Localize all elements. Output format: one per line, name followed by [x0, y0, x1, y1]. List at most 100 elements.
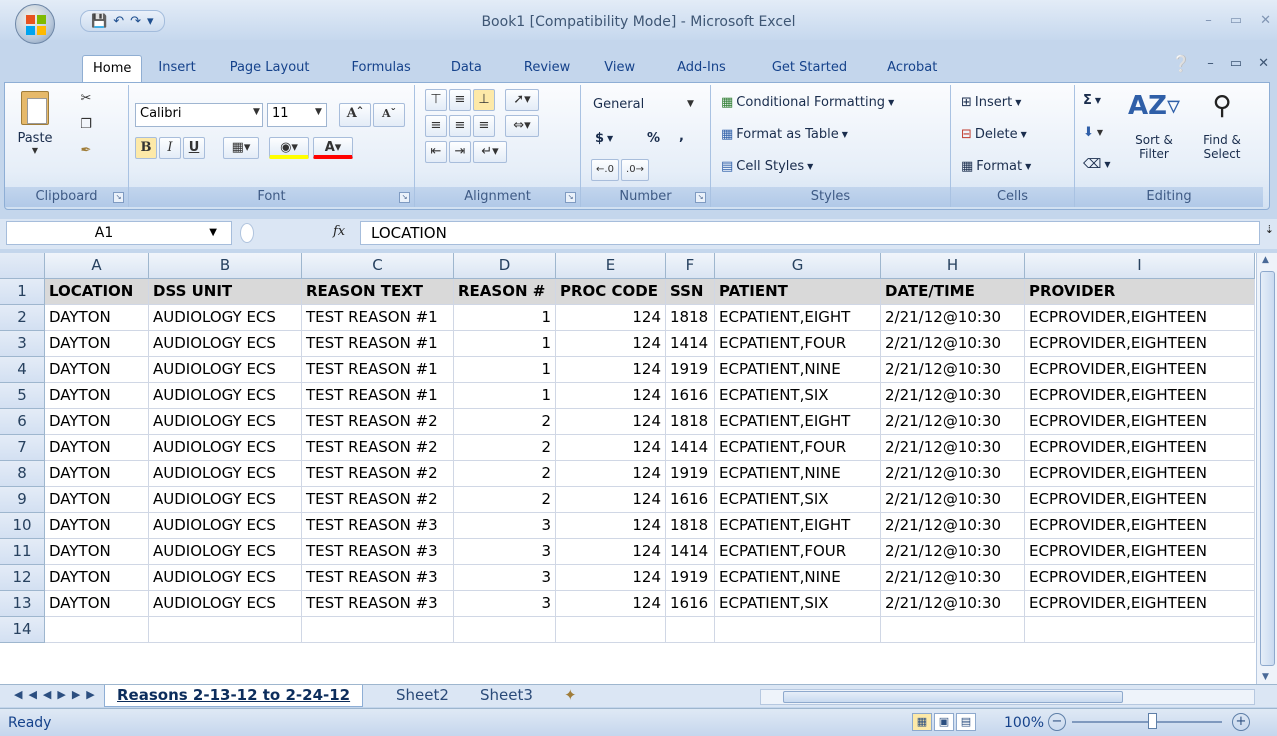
cell[interactable]: [715, 617, 881, 643]
insert-sheet-icon[interactable]: ✦: [552, 685, 589, 707]
cell[interactable]: TEST REASON #3: [302, 591, 454, 617]
cut-icon[interactable]: ✂: [75, 89, 97, 111]
align-center-icon[interactable]: ≡: [449, 115, 471, 137]
cell[interactable]: DAYTON: [45, 565, 149, 591]
cell[interactable]: ECPROVIDER,EIGHTEEN: [1025, 409, 1255, 435]
page-break-view-icon[interactable]: ▤: [956, 713, 976, 731]
cell[interactable]: ECPATIENT,SIX: [715, 487, 881, 513]
underline-icon[interactable]: U: [183, 137, 205, 159]
cell[interactable]: [454, 617, 556, 643]
cell[interactable]: 124: [556, 539, 666, 565]
cell[interactable]: ECPROVIDER,EIGHTEEN: [1025, 591, 1255, 617]
tab-home[interactable]: Home: [82, 55, 143, 82]
horizontal-scrollbar[interactable]: [760, 689, 1255, 705]
formula-input[interactable]: LOCATION: [360, 221, 1260, 245]
align-bottom-icon[interactable]: ⊥: [473, 89, 495, 111]
row-header[interactable]: 11: [0, 539, 45, 565]
cell[interactable]: 124: [556, 409, 666, 435]
cell[interactable]: 2/21/12@10:30: [881, 409, 1025, 435]
format-painter-icon[interactable]: ✒: [75, 141, 97, 163]
workbook-close-icon[interactable]: ✕: [1258, 56, 1269, 71]
cell[interactable]: 3: [454, 513, 556, 539]
cell[interactable]: 124: [556, 435, 666, 461]
comma-button[interactable]: ,: [679, 129, 684, 144]
cell[interactable]: 124: [556, 357, 666, 383]
cell[interactable]: [1025, 617, 1255, 643]
cell[interactable]: 1818: [666, 409, 715, 435]
expand-formula-icon[interactable]: ⇣: [1265, 223, 1274, 236]
clear-icon[interactable]: ⌫ ▼: [1083, 157, 1111, 172]
vertical-scrollbar[interactable]: ▲ ▼: [1256, 253, 1277, 684]
autosum-icon[interactable]: Σ ▼: [1083, 93, 1101, 108]
zoom-in-icon[interactable]: +: [1232, 713, 1250, 731]
row-header[interactable]: 2: [0, 305, 45, 331]
column-header[interactable]: C: [302, 253, 454, 279]
vertical-scroll-thumb[interactable]: [1260, 271, 1275, 666]
column-header[interactable]: B: [149, 253, 302, 279]
cell[interactable]: 2/21/12@10:30: [881, 435, 1025, 461]
cell[interactable]: ECPROVIDER,EIGHTEEN: [1025, 487, 1255, 513]
copy-icon[interactable]: ❐: [75, 115, 97, 137]
fill-icon[interactable]: ⬇ ▼: [1083, 125, 1103, 140]
fill-color-icon[interactable]: ◉▾: [269, 137, 309, 159]
normal-view-icon[interactable]: ▦: [912, 713, 932, 731]
sheet-tab-reasons[interactable]: Reasons 2-13-12 to 2-24-12: [104, 685, 364, 707]
cell[interactable]: [556, 617, 666, 643]
cell[interactable]: 2/21/12@10:30: [881, 461, 1025, 487]
cell[interactable]: 1: [454, 357, 556, 383]
cell[interactable]: 2: [454, 461, 556, 487]
tab-page-layout[interactable]: Page Layout: [230, 55, 310, 82]
cell[interactable]: DAYTON: [45, 539, 149, 565]
cell[interactable]: ECPROVIDER,EIGHTEEN: [1025, 539, 1255, 565]
percent-button[interactable]: %: [647, 131, 660, 146]
cell[interactable]: SSN: [666, 279, 715, 305]
office-button[interactable]: [15, 4, 55, 44]
number-format-field[interactable]: General: [589, 95, 701, 119]
alignment-launcher-icon[interactable]: ↘: [565, 192, 576, 203]
cell[interactable]: AUDIOLOGY ECS: [149, 331, 302, 357]
column-header[interactable]: F: [666, 253, 715, 279]
cell[interactable]: 124: [556, 305, 666, 331]
cell[interactable]: TEST REASON #1: [302, 331, 454, 357]
currency-button[interactable]: $ ▼: [595, 131, 613, 146]
increase-indent-icon[interactable]: ⇥: [449, 141, 471, 163]
cell[interactable]: 1919: [666, 461, 715, 487]
cell[interactable]: ECPROVIDER,EIGHTEEN: [1025, 305, 1255, 331]
cell[interactable]: 2/21/12@10:30: [881, 539, 1025, 565]
row-header[interactable]: 13: [0, 591, 45, 617]
wrap-text-icon[interactable]: ↵▾: [473, 141, 507, 163]
row-header[interactable]: 8: [0, 461, 45, 487]
insert-function-icon[interactable]: fx: [333, 224, 345, 239]
ribbon-minimize-icon[interactable]: –: [1207, 56, 1214, 71]
font-size-dropdown-icon[interactable]: ▼: [315, 107, 322, 117]
cell[interactable]: ECPATIENT,SIX: [715, 591, 881, 617]
find-select-button[interactable]: ⚲ Find & Select: [1189, 87, 1255, 161]
cell[interactable]: REASON TEXT: [302, 279, 454, 305]
cell[interactable]: ECPATIENT,FOUR: [715, 539, 881, 565]
tab-insert[interactable]: Insert: [158, 55, 195, 82]
cell[interactable]: AUDIOLOGY ECS: [149, 383, 302, 409]
cell[interactable]: DAYTON: [45, 305, 149, 331]
decrease-decimal-icon[interactable]: .0→: [621, 159, 649, 181]
cell[interactable]: [302, 617, 454, 643]
cell[interactable]: 124: [556, 461, 666, 487]
cell[interactable]: 3: [454, 591, 556, 617]
cell[interactable]: AUDIOLOGY ECS: [149, 591, 302, 617]
cell[interactable]: ECPROVIDER,EIGHTEEN: [1025, 461, 1255, 487]
cell[interactable]: TEST REASON #2: [302, 461, 454, 487]
paste-dropdown-icon[interactable]: ▼: [9, 146, 61, 155]
cell[interactable]: ECPATIENT,NINE: [715, 357, 881, 383]
format-as-table-button[interactable]: ▦ Format as Table ▼: [721, 127, 848, 142]
cell[interactable]: REASON #: [454, 279, 556, 305]
grow-font-icon[interactable]: Aˆ: [339, 103, 371, 127]
cell[interactable]: ECPROVIDER,EIGHTEEN: [1025, 357, 1255, 383]
name-box[interactable]: A1 ▼: [6, 221, 232, 245]
cell[interactable]: AUDIOLOGY ECS: [149, 461, 302, 487]
cell[interactable]: 2: [454, 409, 556, 435]
cell[interactable]: 124: [556, 565, 666, 591]
cell[interactable]: 1: [454, 331, 556, 357]
clipboard-launcher-icon[interactable]: ↘: [113, 192, 124, 203]
decrease-indent-icon[interactable]: ⇤: [425, 141, 447, 163]
cell[interactable]: ECPATIENT,EIGHT: [715, 305, 881, 331]
bold-icon[interactable]: B: [135, 137, 157, 159]
